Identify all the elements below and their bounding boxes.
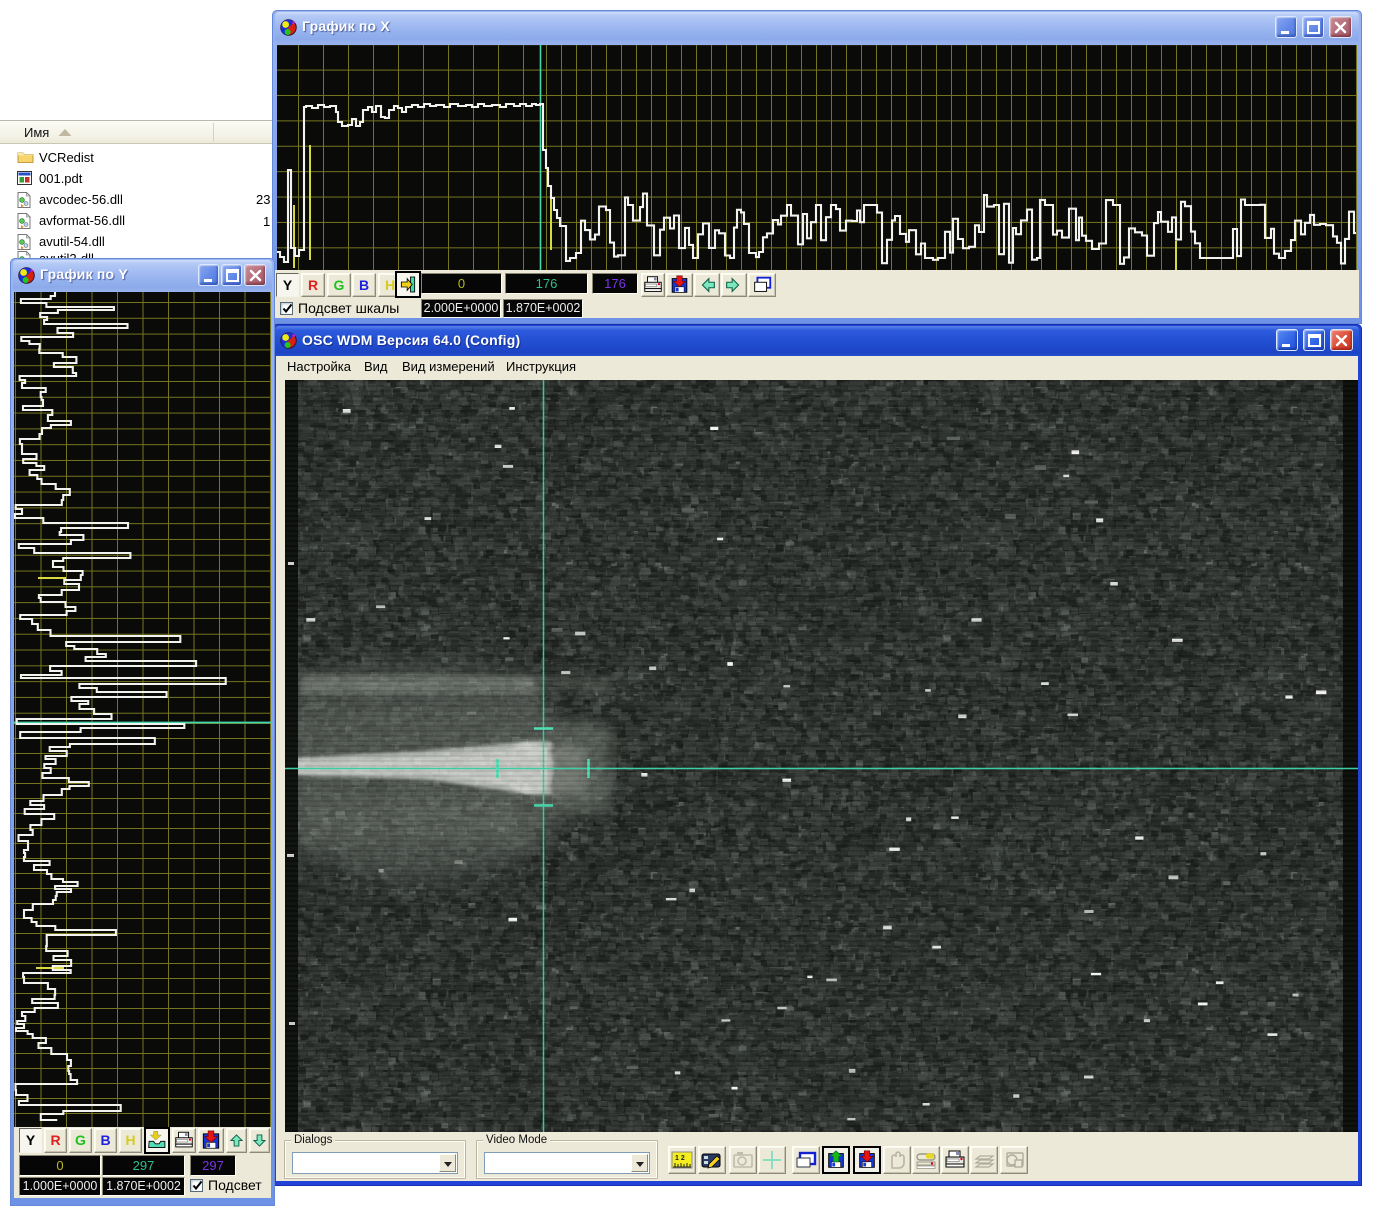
svg-text:1 2: 1 2 — [675, 1155, 685, 1162]
